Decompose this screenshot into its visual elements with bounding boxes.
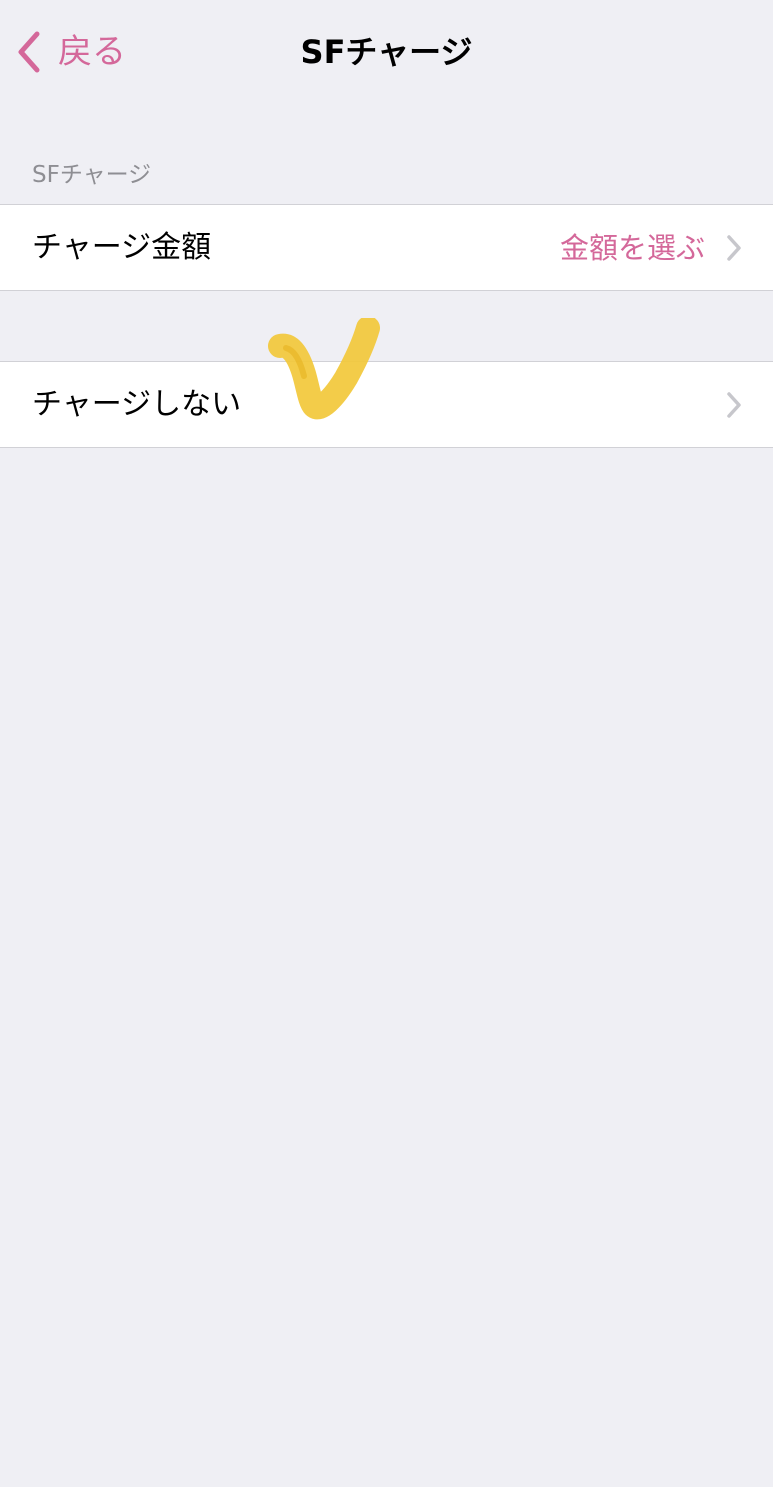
section-header: SFチャージ xyxy=(32,162,152,188)
no-charge-label: チャージしない xyxy=(32,386,242,422)
charge-amount-row[interactable]: チャージ金額 金額を選ぶ xyxy=(0,204,773,291)
charge-amount-label: チャージ金額 xyxy=(32,229,212,265)
choose-amount-detail: 金額を選ぶ xyxy=(559,230,705,265)
no-charge-row[interactable]: チャージしない xyxy=(0,361,773,448)
chevron-right-icon xyxy=(725,390,743,420)
sf-charge-screen: 戻る SFチャージ SFチャージ チャージ金額 金額を選ぶ チャージしない xyxy=(0,0,773,1487)
navigation-bar: 戻る SFチャージ xyxy=(0,0,773,104)
chevron-right-icon xyxy=(725,233,743,263)
page-title: SFチャージ xyxy=(300,33,473,71)
